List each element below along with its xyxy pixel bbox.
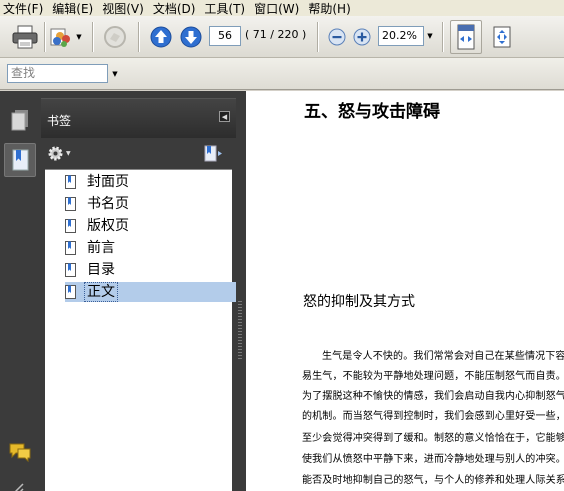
people-icon: [50, 28, 71, 47]
bookmark-icon: [65, 219, 76, 233]
expand-bookmark-button[interactable]: [203, 145, 225, 165]
navigation-strip: [0, 91, 41, 491]
document-view[interactable]: 五、怒与攻击障碍 怒的抑制及其方式 生气是令人不快的。我们常常会对自己在某些情况…: [246, 91, 564, 491]
section-heading: 五、怒与攻击障碍: [304, 102, 440, 122]
zoom-dropdown-chevron-icon[interactable]: ▼: [424, 26, 436, 46]
options-button[interactable]: ▼: [47, 145, 71, 162]
arrow-up-icon: [150, 26, 172, 48]
bookmark-label: 前言: [87, 240, 115, 256]
panel-splitter[interactable]: [236, 91, 246, 491]
bookmark-item[interactable]: 书名页: [65, 194, 131, 214]
chevron-down-icon[interactable]: ▼: [76, 33, 81, 41]
arrow-down-icon: [180, 26, 202, 48]
zoom-level-input[interactable]: 20.2%: [378, 26, 424, 46]
bookmarks-panel-toolbar: ▼: [41, 138, 236, 169]
gear-icon: [48, 146, 63, 161]
menu-file[interactable]: 文件(F): [3, 0, 43, 17]
page-count-label: ( 71 / 220 ): [245, 28, 307, 41]
fit-width-icon: [457, 24, 475, 50]
pages-panel-button[interactable]: [4, 103, 36, 137]
bookmark-item[interactable]: 封面页: [65, 172, 131, 192]
bookmark-icon: [65, 285, 76, 299]
fit-page-button[interactable]: [487, 22, 517, 52]
splitter-grip[interactable]: [238, 301, 242, 361]
collaborate-button[interactable]: ▼: [48, 22, 82, 52]
pages-icon: [11, 110, 28, 131]
bookmarks-panel-header: 书签 ◀: [41, 98, 236, 138]
stamp-icon: [104, 26, 126, 48]
bookmark-icon: [65, 241, 76, 255]
bookmarks-panel: 书签 ◀ ▼ 封面页 书名页 版权页 前言 目录 正文: [41, 91, 251, 491]
paragraph-line: 至少会觉得冲突得到了缓和。制怒的意义恰恰在于，它能够: [302, 433, 564, 444]
zoom-in-button[interactable]: [351, 22, 373, 52]
bookmark-label: 正文: [84, 282, 118, 302]
zoom-in-icon: [353, 28, 371, 46]
menu-window[interactable]: 窗口(W): [254, 0, 299, 17]
menu-bar: 文件(F) 编辑(E) 视图(V) 文档(D) 工具(T) 窗口(W) 帮助(H…: [0, 0, 564, 16]
menu-tools[interactable]: 工具(T): [204, 0, 245, 17]
menu-document[interactable]: 文档(D): [153, 0, 196, 17]
attachments-panel-button[interactable]: [4, 473, 36, 491]
paragraph-line: 的机制。而当怒气得到控制时，我们会感到心里好受一些，: [302, 411, 564, 422]
find-toolbar: 查找 ▼: [0, 58, 564, 90]
previous-page-button[interactable]: [148, 22, 174, 52]
fit-width-button[interactable]: [450, 20, 482, 54]
bookmark-tree: 封面页 书名页 版权页 前言 目录 正文: [45, 169, 251, 491]
subsection-heading: 怒的抑制及其方式: [303, 294, 415, 310]
chevron-left-icon: ◀: [221, 112, 228, 121]
toolbar-separator: [44, 22, 45, 52]
next-page-button[interactable]: [178, 22, 204, 52]
collapse-panel-button[interactable]: ◀: [219, 111, 230, 122]
bookmark-icon: [65, 197, 76, 211]
bookmark-item[interactable]: 版权页: [65, 216, 131, 236]
bookmark-label: 版权页: [87, 218, 129, 234]
print-button[interactable]: [8, 22, 42, 52]
bookmarks-panel-button[interactable]: [4, 143, 36, 177]
bookmark-icon: [65, 263, 76, 277]
bookmark-label: 封面页: [87, 174, 129, 190]
toolbar-separator: [92, 22, 93, 52]
find-input[interactable]: 查找: [7, 64, 108, 83]
paragraph-line: 使我们从愤怒中平静下来，进而冷静地处理与别人的冲突。: [302, 454, 564, 465]
main-toolbar: ▼ 56 ( 71 / 220 ) 20.2% ▼: [0, 16, 564, 58]
menu-view[interactable]: 视图(V): [102, 0, 144, 17]
sign-button[interactable]: [100, 22, 130, 52]
paragraph-line: 为了摆脱这种不愉快的情感，我们会启动自我内心抑制怒气: [302, 391, 564, 402]
comments-icon: [9, 443, 31, 463]
paperclip-icon: [15, 483, 24, 491]
bookmark-item-selected[interactable]: 正文: [65, 282, 251, 302]
paragraph-line: 易生气，不能较为平静地处理问题，不能压制怒气而自责。: [302, 371, 564, 382]
paragraph-line: 生气是令人不快的。我们常常会对自己在某些情况下容: [322, 351, 564, 362]
comments-panel-button[interactable]: [4, 435, 36, 469]
bookmark-icon: [65, 175, 76, 189]
menu-edit[interactable]: 编辑(E): [52, 0, 93, 17]
printer-icon: [12, 25, 38, 49]
fit-page-icon: [493, 26, 511, 48]
chevron-down-icon: ▼: [66, 150, 71, 157]
bookmark-icon: [12, 149, 29, 171]
bookmark-label: 书名页: [87, 196, 129, 212]
bookmark-item[interactable]: 目录: [65, 260, 117, 280]
paragraph-line: 能否及时地抑制自己的怒气，与个人的修养和处理人际关系: [302, 475, 564, 486]
bookmark-expand-icon: [204, 145, 222, 162]
page-number-input[interactable]: 56: [209, 26, 241, 46]
bookmark-item[interactable]: 前言: [65, 238, 117, 258]
toolbar-separator: [138, 22, 139, 52]
bookmark-label: 目录: [87, 262, 115, 278]
menu-help[interactable]: 帮助(H): [308, 0, 350, 17]
zoom-out-icon: [328, 28, 346, 46]
zoom-out-button[interactable]: [326, 22, 348, 52]
find-options-chevron-icon[interactable]: ▼: [109, 64, 121, 83]
toolbar-separator: [442, 22, 443, 52]
bookmarks-panel-title: 书签: [47, 114, 72, 128]
toolbar-separator: [317, 22, 318, 52]
